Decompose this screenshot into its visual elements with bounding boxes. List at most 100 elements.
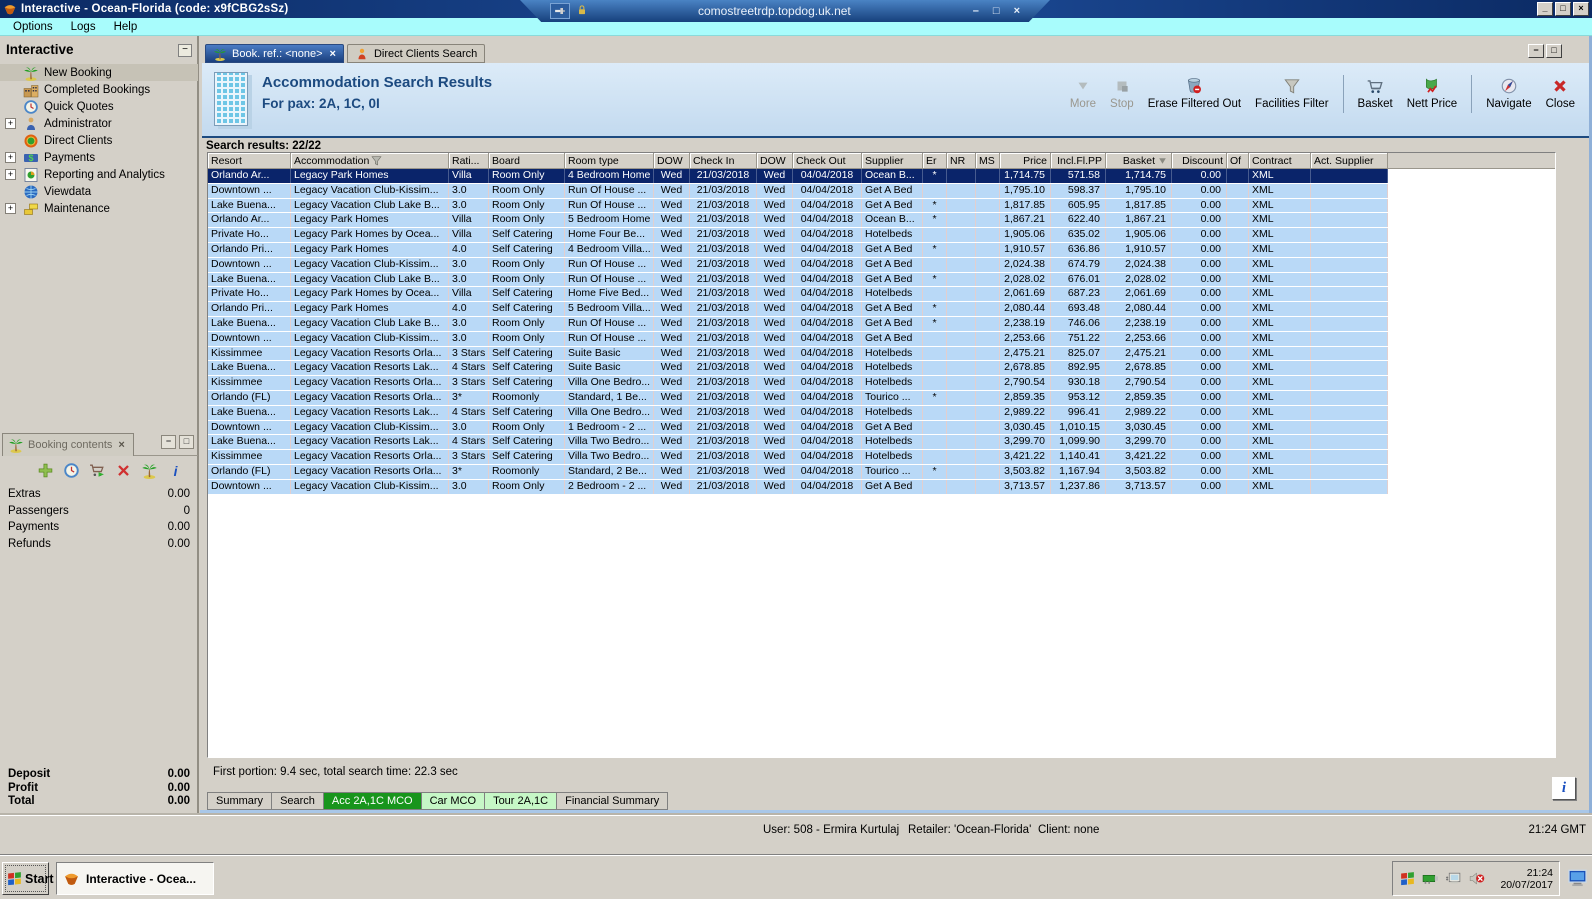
bottom-tab-car-mco[interactable]: Car MCO: [420, 792, 486, 810]
table-row[interactable]: Downtown ... Legacy Vacation Club-Kissim.…: [208, 183, 1388, 199]
expand-toggle[interactable]: +: [5, 203, 16, 214]
sidebar-item-reporting-and-analytics[interactable]: + Reporting and Analytics: [0, 166, 198, 183]
bottom-tab-tour-2a-1c[interactable]: Tour 2A,1C: [484, 792, 558, 810]
toolbar-erase-filtered-out-button[interactable]: Erase Filtered Out: [1141, 75, 1248, 112]
column-header-check-in[interactable]: Check In: [690, 153, 757, 168]
table-row[interactable]: Lake Buena... Legacy Vacation Club Lake B…: [208, 272, 1388, 288]
booking-contents-close-icon[interactable]: ×: [118, 439, 124, 451]
menu-item-options[interactable]: Options: [4, 19, 62, 35]
rdp-minimize-button[interactable]: –: [973, 5, 979, 17]
sidebar-item-quick-quotes[interactable]: Quick Quotes: [0, 98, 198, 115]
booking-row-payments[interactable]: Payments 0.00: [8, 521, 190, 538]
rdp-restore-button[interactable]: □: [993, 5, 1000, 17]
mdi-maximize-button[interactable]: □: [1546, 44, 1562, 58]
sidebar-item-maintenance[interactable]: + Maintenance: [0, 200, 198, 217]
sidebar-item-payments[interactable]: + $ Payments: [0, 149, 198, 166]
column-header-act-supplier[interactable]: Act. Supplier: [1311, 153, 1388, 168]
table-row[interactable]: Lake Buena... Legacy Vacation Resorts Lak…: [208, 435, 1388, 451]
table-row[interactable]: Orlando (FL) Legacy Vacation Resorts Orla…: [208, 464, 1388, 480]
table-row[interactable]: Orlando (FL) Legacy Vacation Resorts Orla…: [208, 390, 1388, 406]
expand-toggle[interactable]: +: [5, 118, 16, 129]
column-header-contract[interactable]: Contract: [1249, 153, 1311, 168]
table-row[interactable]: Private Ho... Legacy Park Homes by Ocea..…: [208, 287, 1388, 303]
tab-close-icon[interactable]: ×: [330, 48, 336, 60]
window-minimize-button[interactable]: _: [1537, 2, 1553, 16]
column-header-board[interactable]: Board: [489, 153, 565, 168]
sidebar-collapse-button[interactable]: −: [178, 44, 192, 57]
sidebar-item-viewdata[interactable]: Viewdata: [0, 183, 198, 200]
column-header-price[interactable]: Price: [1000, 153, 1051, 168]
info-button[interactable]: i: [167, 462, 184, 479]
table-row[interactable]: Orlando Ar... Legacy Park Homes Villa Room …: [208, 169, 1388, 184]
toolbar-navigate-button[interactable]: Navigate: [1479, 75, 1538, 112]
table-row[interactable]: Downtown ... Legacy Vacation Club-Kissim.…: [208, 331, 1388, 347]
column-header-room-type[interactable]: Room type: [565, 153, 654, 168]
booking-row-passengers[interactable]: Passengers 0: [8, 505, 190, 522]
table-row[interactable]: Downtown ... Legacy Vacation Club-Kissim.…: [208, 420, 1388, 436]
column-header-incl-fl-pp[interactable]: Incl.Fl.PP: [1051, 153, 1106, 168]
column-header-discount[interactable]: Discount: [1172, 153, 1227, 168]
clock-button[interactable]: [63, 462, 80, 479]
expand-toggle[interactable]: +: [5, 169, 16, 180]
cart-go-button[interactable]: [89, 462, 106, 479]
start-button[interactable]: Start: [2, 862, 53, 895]
rdp-pin-button[interactable]: [550, 3, 570, 19]
windows-update-icon[interactable]: [1399, 870, 1416, 887]
mdi-minimize-button[interactable]: −: [1528, 44, 1544, 58]
column-header-of[interactable]: Of: [1227, 153, 1249, 168]
network-adapter-icon[interactable]: [1422, 870, 1439, 887]
table-row[interactable]: Lake Buena... Legacy Vacation Club Lake B…: [208, 316, 1388, 332]
bottom-tab-summary[interactable]: Summary: [207, 792, 273, 810]
tab-book-ref-none[interactable]: Book. ref.: <none> ×: [205, 44, 344, 63]
toolbar-facilities-filter-button[interactable]: Facilities Filter: [1248, 75, 1335, 112]
menu-item-logs[interactable]: Logs: [62, 19, 105, 35]
sidebar-item-administrator[interactable]: + Administrator: [0, 115, 198, 132]
table-row[interactable]: Kissimmee Legacy Vacation Resorts Orla...…: [208, 450, 1388, 465]
window-close-button[interactable]: ×: [1573, 2, 1589, 16]
column-header-ms[interactable]: MS: [976, 153, 1000, 168]
volume-muted-icon[interactable]: [1468, 870, 1485, 887]
column-header-dow[interactable]: DOW: [757, 153, 793, 168]
column-header-dow[interactable]: DOW: [654, 153, 690, 168]
palm-tree-button[interactable]: [141, 462, 158, 479]
rdp-close-button[interactable]: ×: [1014, 5, 1020, 17]
column-header-resort[interactable]: Resort: [208, 153, 291, 168]
bottom-tab-financial-summary[interactable]: Financial Summary: [556, 792, 669, 810]
tab-direct-clients-search[interactable]: Direct Clients Search: [346, 44, 486, 63]
rdp-session-icon[interactable]: [1567, 867, 1588, 888]
table-row[interactable]: Lake Buena... Legacy Vacation Club Lake B…: [208, 198, 1388, 214]
table-row[interactable]: Kissimmee Legacy Vacation Resorts Orla...…: [208, 346, 1388, 362]
toolbar-nett-price-button[interactable]: Nett Price: [1400, 75, 1465, 112]
booking-panel-minimize-button[interactable]: −: [161, 435, 176, 449]
sidebar-item-completed-bookings[interactable]: Completed Bookings: [0, 81, 198, 98]
column-header-basket[interactable]: Basket: [1106, 153, 1172, 168]
booking-row-extras[interactable]: Extras 0.00: [8, 488, 190, 505]
filter-funnel-icon[interactable]: [371, 155, 382, 166]
table-row[interactable]: Orlando Ar... Legacy Park Homes Villa Room …: [208, 213, 1388, 229]
column-header-accommodation[interactable]: Accommodation: [291, 153, 449, 168]
safely-remove-icon[interactable]: [1445, 870, 1462, 887]
table-row[interactable]: Downtown ... Legacy Vacation Club-Kissim.…: [208, 257, 1388, 273]
bottom-tab-search[interactable]: Search: [271, 792, 324, 810]
table-row[interactable]: Lake Buena... Legacy Vacation Resorts Lak…: [208, 405, 1388, 421]
booking-row-refunds[interactable]: Refunds 0.00: [8, 538, 190, 555]
table-row[interactable]: Orlando Pri... Legacy Park Homes 4.0 Self C…: [208, 302, 1388, 317]
table-row[interactable]: Downtown ... Legacy Vacation Club-Kissim.…: [208, 479, 1388, 495]
booking-panel-maximize-button[interactable]: □: [179, 435, 194, 449]
table-row[interactable]: Private Ho... Legacy Park Homes by Ocea..…: [208, 228, 1388, 243]
column-header-check-out[interactable]: Check Out: [793, 153, 862, 168]
bottom-tab-acc-2a-1c-mco[interactable]: Acc 2A,1C MCO: [322, 792, 422, 810]
window-maximize-button[interactable]: □: [1555, 2, 1571, 16]
table-row[interactable]: Lake Buena... Legacy Vacation Resorts Lak…: [208, 361, 1388, 377]
sidebar-item-new-booking[interactable]: New Booking: [0, 64, 198, 81]
booking-contents-tab[interactable]: Booking contents ×: [2, 433, 134, 456]
info-button[interactable]: i: [1552, 777, 1576, 800]
taskbar-task-button[interactable]: Interactive - Ocea...: [56, 862, 214, 895]
table-row[interactable]: Orlando Pri... Legacy Park Homes 4.0 Self C…: [208, 242, 1388, 258]
expand-toggle[interactable]: +: [5, 152, 16, 163]
menu-item-help[interactable]: Help: [105, 19, 147, 35]
column-header-nr[interactable]: NR: [947, 153, 976, 168]
red-x-button[interactable]: [115, 462, 132, 479]
sidebar-item-direct-clients[interactable]: Direct Clients: [0, 132, 198, 149]
table-row[interactable]: Kissimmee Legacy Vacation Resorts Orla...…: [208, 376, 1388, 391]
